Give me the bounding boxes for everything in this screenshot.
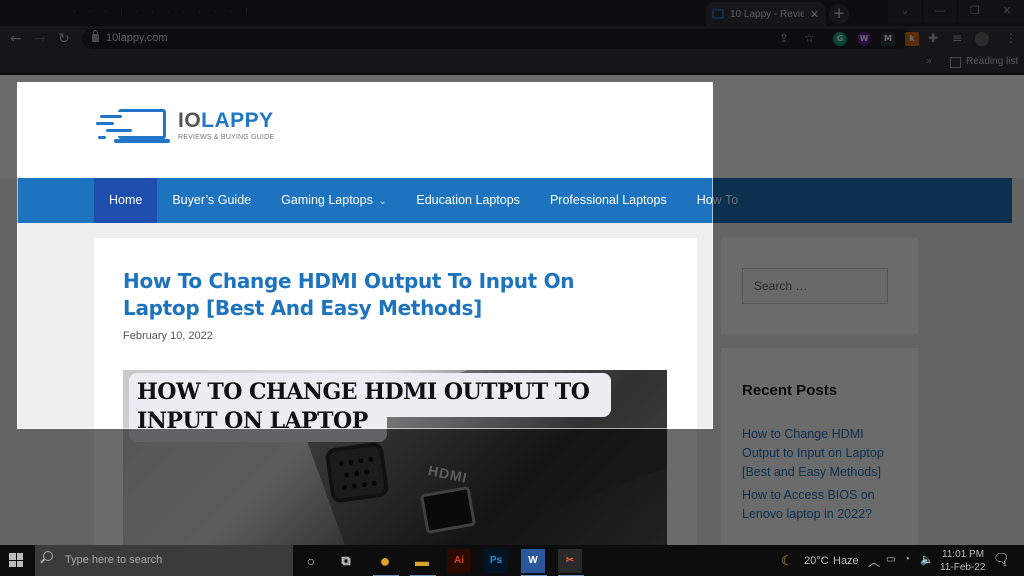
hdmi-port-icon [419, 485, 477, 535]
post-article: How To Change HDMI Output To Input On La… [94, 238, 697, 545]
wifi-icon[interactable]: ◔ [904, 554, 910, 565]
profile-avatar[interactable] [975, 32, 989, 46]
forward-button[interactable]: → [31, 30, 49, 48]
logo-wordmark: IOLAPPY [178, 109, 274, 132]
weather-temperature[interactable]: 20°C [804, 555, 829, 567]
taskbar-search-placeholder: Type here to search [65, 554, 163, 566]
reading-list-icon[interactable] [950, 57, 961, 68]
bookmarks-overflow-button[interactable]: » [926, 56, 932, 67]
wordtune-extension-icon[interactable]: W [857, 32, 871, 46]
recent-posts-list: How to Change HDMI Output to Input on La… [742, 425, 902, 528]
weather-moon-icon[interactable]: ☾ [781, 553, 793, 569]
bookmarks-bar: » Reading list [0, 52, 1024, 74]
tab-strip-background-noise: · · · ¦ · · · · · · · ! [72, 7, 252, 16]
notification-center-icon[interactable]: 🗨 [993, 551, 1010, 567]
windows-start-icon[interactable] [9, 553, 23, 567]
site-favicon-icon [712, 9, 724, 19]
clock-time[interactable]: 11:01 PM [942, 549, 984, 560]
nav-professional-laptops[interactable]: Professional Laptops [535, 178, 682, 223]
site-header: IOLAPPY REVIEWS & BUYING GUIDE [0, 75, 1024, 178]
close-window-button[interactable]: ✕ [990, 0, 1024, 22]
nav-buyers-guide[interactable]: Buyer’s Guide [157, 178, 266, 223]
sidebar-search-input[interactable]: Search … [742, 268, 888, 304]
recent-post-link[interactable]: How to Change HDMI Output to Input on La… [742, 425, 902, 482]
post-date[interactable]: February 10, 2022 [123, 330, 213, 342]
laptop-logo-icon [96, 105, 170, 145]
nav-how-to[interactable]: How To [682, 178, 753, 223]
address-bar[interactable]: 10lappy.com ⇪ ☆ [82, 29, 912, 49]
lock-icon[interactable] [92, 30, 99, 42]
chrome-menu-icon[interactable]: ⋮ [1005, 31, 1017, 45]
windows-taskbar: Type here to search ○ ⧉ ● ▬ Ai Ps W ✂ ☾ … [0, 545, 1024, 576]
word-app-icon[interactable]: W [521, 549, 547, 576]
volume-icon[interactable]: 🔈 [920, 553, 934, 566]
sidebar-search-widget: Search … [721, 238, 918, 334]
photoshop-app-icon[interactable]: Ps [484, 549, 508, 573]
notification-count-badge: 1 [1003, 561, 1007, 568]
chevron-down-icon: ⌄ [378, 196, 387, 206]
back-button[interactable]: ← [7, 30, 25, 48]
show-hidden-icons-chevron-icon[interactable]: ︿ [868, 553, 880, 570]
vga-port-icon [324, 441, 390, 504]
reading-list-button[interactable]: Reading list [966, 56, 1018, 67]
orange-extension-icon[interactable]: k [905, 32, 919, 46]
grammarly-extension-icon[interactable]: G [833, 32, 847, 46]
cortana-icon[interactable]: ○ [299, 549, 323, 573]
site-logo[interactable]: IOLAPPY REVIEWS & BUYING GUIDE [96, 105, 274, 145]
m-extension-icon[interactable]: M [881, 32, 895, 46]
media-control-icon[interactable]: ≡ [952, 31, 962, 45]
nav-gaming-laptops[interactable]: Gaming Laptops ⌄ [266, 178, 401, 223]
clock-date[interactable]: 11-Feb-22 [940, 562, 985, 573]
minimize-button[interactable]: — [923, 0, 957, 22]
illustrator-app-icon[interactable]: Ai [447, 549, 471, 573]
weather-description[interactable]: Haze [833, 555, 859, 567]
tab-search-button[interactable]: ⌄ [888, 0, 922, 22]
featured-image[interactable]: HOW TO CHANGE HDMI OUTPUT TO INPUT ON LA… [123, 370, 667, 545]
new-tab-button[interactable]: + [829, 4, 849, 24]
extensions-puzzle-icon[interactable]: ✚ [928, 31, 938, 45]
recent-posts-widget: Recent Posts How to Change HDMI Output t… [721, 348, 918, 545]
desktop-screen: · · · ¦ · · · · · · · ! 10 Lappy - Revie… [0, 0, 1024, 576]
logo-tagline: REVIEWS & BUYING GUIDE [178, 134, 275, 141]
browser-toolbar: ← → ↻ 10lappy.com ⇪ ☆ G W M k ✚ ≡ ⋮ [0, 26, 1024, 52]
browser-tabstrip: · · · ¦ · · · · · · · ! 10 Lappy - Revie… [0, 0, 1024, 26]
taskbar-search-box[interactable]: Type here to search [35, 545, 293, 576]
file-explorer-app-icon[interactable]: ▬ [410, 549, 436, 576]
tab-close-icon[interactable]: ✕ [810, 8, 819, 21]
url-text[interactable]: 10lappy.com [106, 32, 168, 44]
snip-sketch-app-icon[interactable]: ✂ [558, 549, 584, 576]
search-icon [43, 551, 53, 561]
web-page: IOLAPPY REVIEWS & BUYING GUIDE Home Buye… [0, 75, 1024, 545]
featured-image-caption: HOW TO CHANGE HDMI OUTPUT TO INPUT ON LA… [137, 379, 590, 434]
restore-button[interactable]: ❐ [958, 0, 992, 22]
tab-10lappy[interactable]: 10 Lappy - Revie ✕ [706, 2, 826, 26]
nav-home[interactable]: Home [94, 178, 158, 223]
main-navigation: Home Buyer’s Guide Gaming Laptops ⌄ Educa… [17, 178, 1012, 223]
bookmark-star-icon[interactable]: ☆ [804, 31, 815, 45]
reload-button[interactable]: ↻ [55, 30, 73, 48]
tab-title: 10 Lappy - Revie [730, 8, 804, 20]
battery-icon[interactable]: ▭ [886, 554, 895, 565]
recent-post-link[interactable]: How to Access BIOS on Lenovo laptop in 2… [742, 486, 902, 524]
post-title[interactable]: How To Change HDMI Output To Input On La… [123, 268, 643, 322]
chrome-app-icon[interactable]: ● [373, 549, 399, 576]
task-view-icon[interactable]: ⧉ [334, 549, 358, 573]
recent-posts-title: Recent Posts [742, 382, 838, 399]
nav-education-laptops[interactable]: Education Laptops [401, 178, 535, 223]
share-icon[interactable]: ⇪ [779, 31, 789, 45]
nav-gaming-laptops-label: Gaming Laptops [281, 193, 373, 207]
